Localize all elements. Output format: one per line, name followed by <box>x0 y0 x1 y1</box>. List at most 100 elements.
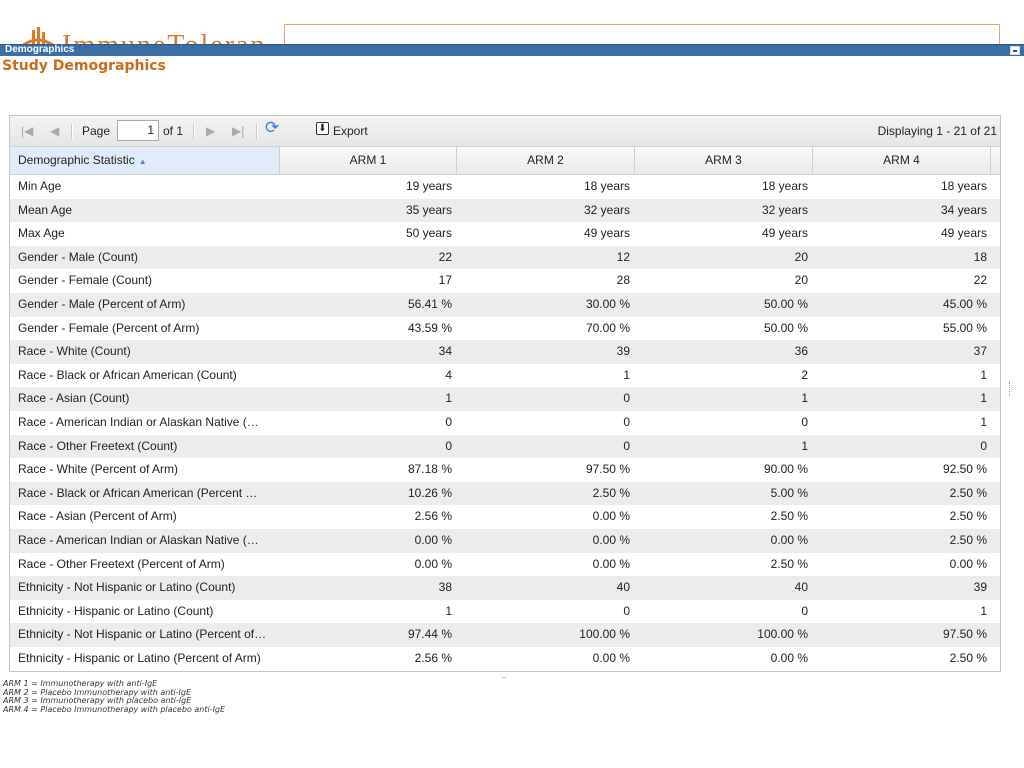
resize-grip-bottom[interactable]: .... <box>501 671 507 680</box>
arm-4-cell: 97.50 % <box>942 627 987 642</box>
row-label-cell: Gender - Female (Percent of Arm) <box>18 320 200 335</box>
table-row[interactable]: Gender - Female (Count) 17 28 20 22 <box>10 269 1000 293</box>
arm-3-cell: 50.00 % <box>763 320 808 335</box>
arm-3-cell: 18 years <box>761 179 808 193</box>
row-label-cell: Race - White (Percent of Arm) <box>18 462 179 477</box>
arm-4-cell: 39 <box>973 580 987 595</box>
arm-4-cell: 45.00 % <box>942 296 987 311</box>
site-logo[interactable]: ImmuneTolerance <box>18 24 268 44</box>
table-row[interactable]: Race - Black or African American (Percen… <box>10 481 1000 506</box>
arm-2-cell: 0.00 % <box>592 650 630 665</box>
last-page-icon[interactable]: ▶| <box>232 123 244 139</box>
sort-ascending-icon: ▲ <box>138 157 147 166</box>
paging-display-info: Displaying 1 - 21 of 21 <box>877 124 997 138</box>
table-row[interactable]: Race - Asian (Percent of Arm) 2.56 % 0.00 … <box>10 505 1000 529</box>
row-label-cell: Mean Age <box>18 202 73 217</box>
page-number-input[interactable]: 1 <box>117 120 159 141</box>
table-row[interactable]: Ethnicity - Not Hispanic or Latino (Coun… <box>10 576 1000 600</box>
export-icon[interactable]: ⬇ <box>316 122 329 135</box>
arm-4-cell: 1 <box>980 603 987 618</box>
arm-3-cell: 32 years <box>761 202 808 217</box>
arm-1-cell: 1 <box>445 391 452 406</box>
arm-4-cell: 2.50 % <box>949 532 987 547</box>
arm-2-cell: 18 years <box>583 179 630 193</box>
arm-2-cell: 40 <box>616 580 630 595</box>
arm-3-cell: 20 <box>794 273 808 288</box>
table-row[interactable]: Race - White (Count) 34 39 36 37 <box>10 340 1000 364</box>
row-label-cell: Ethnicity - Not Hispanic or Latino (Coun… <box>18 580 236 595</box>
column-header-arm-3[interactable]: ARM 3 <box>635 147 813 174</box>
arm-2-cell: 39 <box>616 344 630 359</box>
arm-1-cell: 10.26 % <box>407 485 452 500</box>
arm-2-cell: 30.00 % <box>585 296 630 311</box>
row-label-cell: Ethnicity - Hispanic or Latino (Count) <box>18 603 214 618</box>
table-row[interactable]: Race - Black or African American (Count)… <box>10 364 1000 388</box>
row-label-cell: Race - American Indian or Alaskan Native… <box>18 532 259 547</box>
arm-2-cell: 0 <box>623 391 630 406</box>
arm-1-cell: 0 <box>445 414 452 429</box>
arm-3-cell: 49 years <box>761 226 808 241</box>
collapse-panel-button[interactable] <box>1010 46 1020 55</box>
table-row[interactable]: Race - American Indian or Alaskan Native… <box>10 528 1000 553</box>
arm-2-cell: 2.50 % <box>592 485 630 500</box>
row-label-cell: Race - Black or African American (Percen… <box>18 485 258 500</box>
arm-3-cell: 0.00 % <box>770 650 808 665</box>
refresh-icon[interactable]: ⟳ <box>265 119 279 136</box>
demographics-grid: |◀ ◀ Page 1 of 1 ▶ ▶| ⟳ ⬇ Export Display… <box>9 115 1001 672</box>
arm-1-cell: 97.44 % <box>407 627 452 642</box>
column-header-arm-1[interactable]: ARM 1 <box>280 147 457 174</box>
resize-grip-side[interactable] <box>1009 382 1012 396</box>
page-count-label: of 1 <box>163 124 184 138</box>
arm-1-cell: 0.00 % <box>414 532 452 547</box>
first-page-icon[interactable]: |◀ <box>21 123 33 139</box>
export-button[interactable]: Export <box>333 123 368 139</box>
arm-2-cell: 49 years <box>583 226 630 241</box>
arm-4-cell: 22 <box>973 273 987 288</box>
arm-3-cell: 50.00 % <box>763 296 808 311</box>
column-header-demographic-statistic[interactable]: Demographic Statistic ▲ <box>10 147 280 174</box>
table-row[interactable]: Race - American Indian or Alaskan Native… <box>10 411 1000 435</box>
row-label-cell: Gender - Male (Percent of Arm) <box>18 296 186 311</box>
arm-4-cell: 1 <box>980 391 987 406</box>
arm-3-cell: 1 <box>801 438 808 453</box>
arm-3-cell: 0 <box>801 603 808 618</box>
arm-4-cell: 2.50 % <box>949 485 987 500</box>
arm-3-cell: 1 <box>801 391 808 406</box>
arm-2-cell: 28 <box>616 273 630 288</box>
arm-3-cell: 20 <box>794 249 808 264</box>
arm-3-cell: 2.50 % <box>770 509 808 524</box>
table-row[interactable]: Ethnicity - Not Hispanic or Latino (Perc… <box>10 623 1000 647</box>
logo-text: ImmuneTolerance <box>62 30 268 44</box>
table-row[interactable]: Race - White (Percent of Arm) 87.18 % 97.5… <box>10 458 1000 482</box>
table-row[interactable]: Race - Other Freetext (Count) 0 0 1 0 <box>10 434 1000 459</box>
row-label-cell: Race - American Indian or Alaskan Native… <box>18 414 259 429</box>
table-row[interactable]: Gender - Male (Count) 22 12 20 18 <box>10 245 1000 270</box>
row-label-cell: Gender - Male (Count) <box>18 249 139 264</box>
table-row[interactable]: Gender - Male (Percent of Arm) 56.41 % 30.… <box>10 292 1000 317</box>
row-label-cell: Race - Other Freetext (Count) <box>18 438 178 453</box>
arm-4-cell: 1 <box>980 414 987 429</box>
arm-1-cell: 50 years <box>405 226 452 241</box>
column-header-arm-2[interactable]: ARM 2 <box>457 147 635 174</box>
arm-4-cell: 2.50 % <box>949 509 987 524</box>
table-row[interactable]: Ethnicity - Hispanic or Latino (Percent … <box>10 647 1000 671</box>
header-search-field[interactable] <box>284 24 1000 44</box>
table-row[interactable]: Ethnicity - Hispanic or Latino (Count) 1 0… <box>10 600 1000 624</box>
arm-2-cell: 12 <box>616 249 630 264</box>
arm-2-cell: 97.50 % <box>585 462 630 477</box>
arm-1-cell: 35 years <box>405 202 452 217</box>
toolbar-separator <box>256 124 258 139</box>
row-label-cell: Race - Other Freetext (Percent of Arm) <box>18 556 225 571</box>
table-row[interactable]: Max Age 50 years 49 years 49 years 49 years <box>10 222 1000 246</box>
arm-2-cell: 100.00 % <box>579 627 630 642</box>
table-row[interactable]: Gender - Female (Percent of Arm) 43.59 % 7… <box>10 317 1000 341</box>
table-row[interactable]: Mean Age 35 years 32 years 32 years 34 years <box>10 198 1000 223</box>
table-row[interactable]: Race - Asian (Count) 1 0 1 1 <box>10 387 1000 411</box>
table-row[interactable]: Min Age 19 years 18 years 18 years 18 years <box>10 175 1000 199</box>
table-row[interactable]: Race - Other Freetext (Percent of Arm) 0.… <box>10 553 1000 577</box>
prev-page-icon[interactable]: ◀ <box>50 123 59 139</box>
next-page-icon[interactable]: ▶ <box>206 123 215 139</box>
panel-title: Demographics <box>5 44 75 55</box>
column-header-arm-4[interactable]: ARM 4 <box>813 147 991 174</box>
arm-4-cell: 37 <box>973 344 987 359</box>
